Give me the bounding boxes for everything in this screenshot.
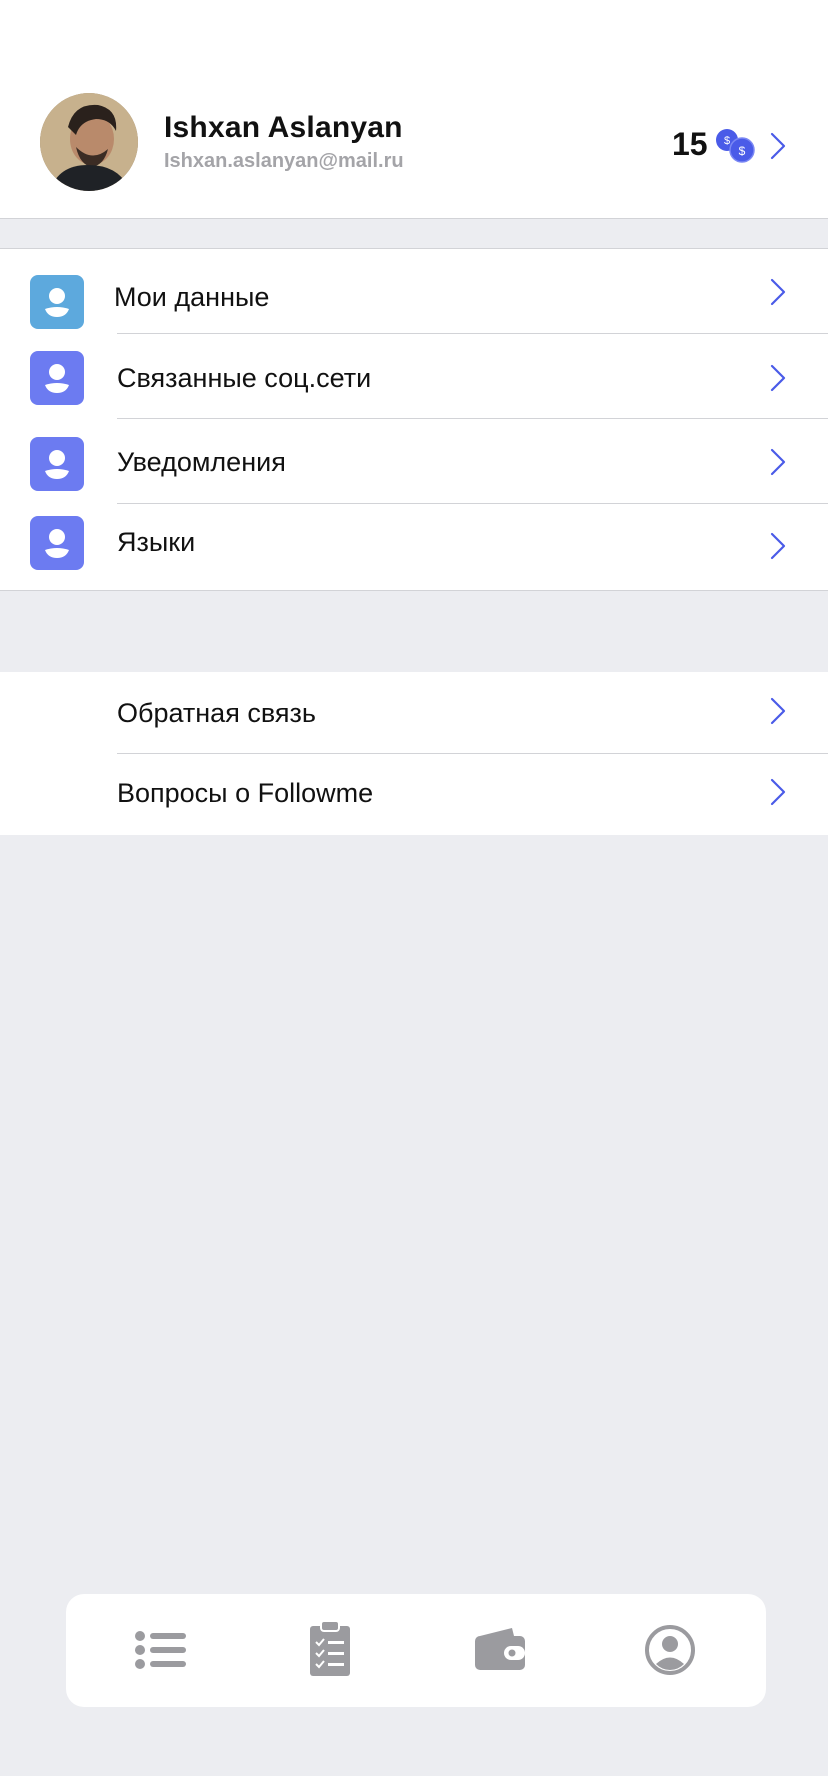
menu-item-label: Обратная связь: [117, 698, 316, 728]
tab-wallet[interactable]: [472, 1622, 532, 1678]
menu-item-label: Мои данные: [114, 282, 270, 312]
menu-item-label: Уведомления: [117, 447, 286, 477]
divider: [117, 753, 828, 754]
settings-section: Мои данные Связанные соц.сети Уведомлени…: [0, 248, 828, 591]
avatar[interactable]: [40, 93, 138, 191]
coin-balance[interactable]: 15: [672, 126, 708, 163]
menu-item-label: Связанные соц.сети: [117, 363, 372, 393]
menu-item-languages[interactable]: Языки: [0, 505, 828, 590]
user-icon: [30, 351, 84, 405]
coins-icon: $ $: [716, 129, 755, 163]
chevron-right-icon: [770, 364, 786, 392]
user-name: Ishxan Aslanyan: [164, 111, 403, 144]
wallet-icon: [475, 1628, 525, 1670]
divider: [117, 333, 828, 334]
chevron-right-icon[interactable]: [768, 131, 788, 161]
chevron-right-icon: [770, 448, 786, 476]
tab-profile[interactable]: [644, 1624, 696, 1676]
divider: [117, 503, 828, 504]
avatar-photo: [40, 93, 138, 191]
divider: [117, 418, 828, 419]
user-icon: [30, 437, 84, 491]
profile-icon: [645, 1625, 695, 1675]
user-email: Ishxan.aslanyan@mail.ru: [164, 150, 404, 172]
menu-item-feedback[interactable]: Обратная связь: [0, 672, 828, 754]
svg-text:$: $: [724, 135, 730, 147]
menu-item-label: Вопросы о Followme: [117, 778, 374, 808]
chevron-right-icon: [770, 278, 786, 306]
user-icon: [30, 516, 84, 570]
menu-item-label: Языки: [117, 527, 196, 557]
menu-item-my-data[interactable]: Мои данные: [0, 249, 828, 334]
tab-tasks[interactable]: [308, 1618, 368, 1678]
menu-item-linked-socials[interactable]: Связанные соц.сети: [0, 335, 828, 419]
chevron-right-icon: [770, 532, 786, 560]
menu-item-faq[interactable]: Вопросы о Followme: [0, 755, 828, 835]
user-icon: [30, 275, 84, 329]
bottom-tab-bar: [66, 1594, 766, 1707]
chevron-right-icon: [770, 697, 786, 725]
clipboard-checklist-icon: [310, 1620, 350, 1676]
menu-item-notifications[interactable]: Уведомления: [0, 420, 828, 504]
profile-header[interactable]: Ishxan Aslanyan Ishxan.aslanyan@mail.ru …: [0, 0, 828, 219]
tab-list[interactable]: [132, 1622, 192, 1678]
support-section: Обратная связь Вопросы о Followme: [0, 672, 828, 835]
list-icon: [135, 1631, 186, 1669]
svg-text:$: $: [739, 144, 746, 158]
chevron-right-icon: [770, 778, 786, 806]
